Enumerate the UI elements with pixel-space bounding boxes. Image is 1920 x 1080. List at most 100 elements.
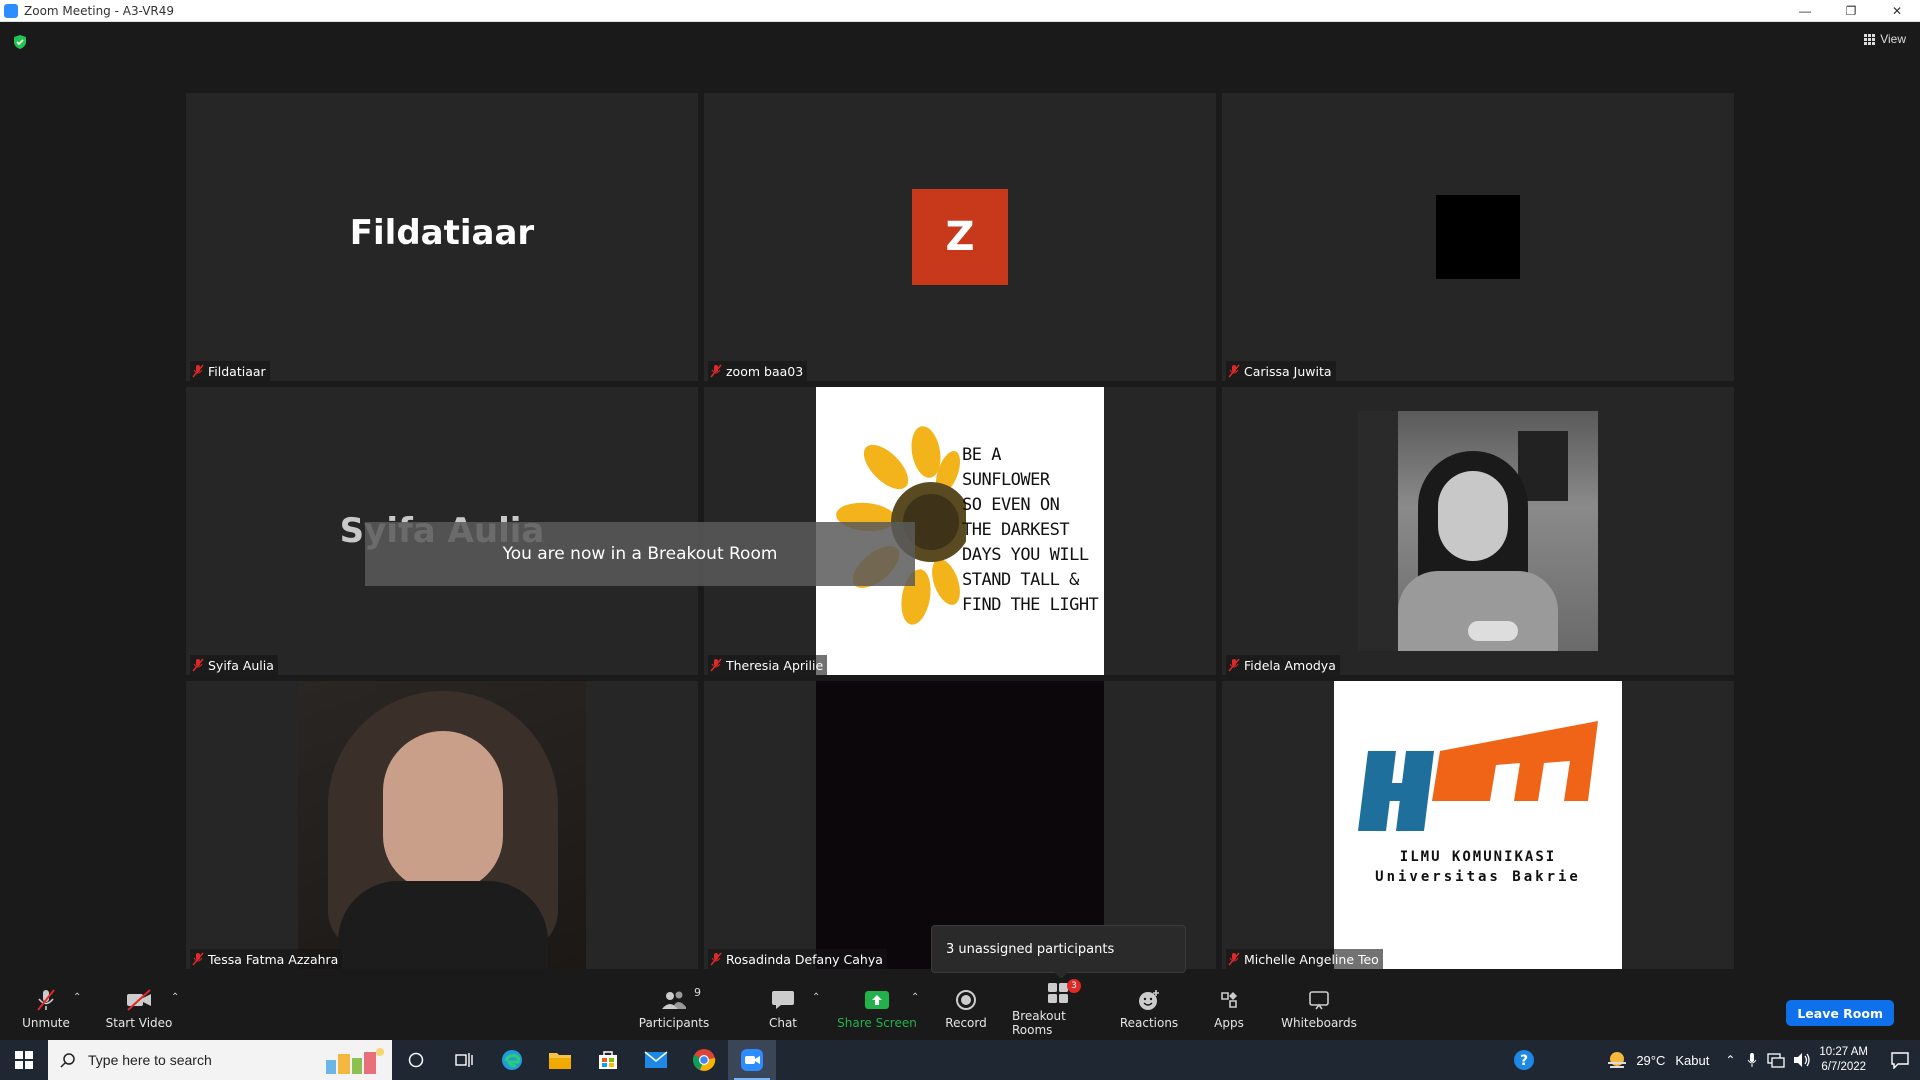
edge-icon	[502, 1050, 522, 1070]
video-tile-fildatiaar[interactable]: Fildatiaar Fildatiaar	[186, 93, 698, 381]
tile-label: Michelle Angeline Teo	[1244, 951, 1379, 967]
poster-line: DAYS YOU WILL	[962, 545, 1089, 565]
chat-button[interactable]: Chat	[758, 978, 808, 1040]
avatar: Z	[912, 189, 1008, 285]
windows-logo-icon	[15, 1051, 33, 1069]
start-video-button[interactable]: Start Video	[104, 978, 174, 1040]
logo-line1: ILMU KOMUNIKASI	[1399, 849, 1557, 865]
volume-icon[interactable]	[1793, 1052, 1811, 1068]
share-screen-button[interactable]: Share Screen	[836, 978, 918, 1040]
grid-view-icon	[1864, 33, 1876, 45]
clock-time: 10:27 AM	[1819, 1046, 1868, 1058]
help-button[interactable]: ?	[1502, 1040, 1546, 1080]
weather-temperature[interactable]: 29°C	[1636, 1053, 1665, 1068]
show-hidden-icons-chevron-icon[interactable]: ⌃	[1725, 1053, 1735, 1067]
video-tile-zoom-baa03[interactable]: Z zoom baa03	[704, 93, 1216, 381]
breakout-room-notification: You are now in a Breakout Room	[365, 522, 915, 586]
apps-icon	[1221, 992, 1237, 1008]
task-view-button[interactable]	[440, 1040, 488, 1080]
share-screen-icon	[865, 991, 889, 1009]
meeting-toolbar: Unmute ⌃ Start Video ⌃ 9 Participants Ch…	[0, 978, 1920, 1040]
folder-icon	[549, 1053, 571, 1069]
video-tile-fidela-amodya[interactable]: Fidela Amodya	[1222, 387, 1734, 675]
close-button[interactable]: ✕	[1874, 0, 1920, 22]
file-explorer-taskbar-button[interactable]	[536, 1040, 584, 1080]
poster-line: SO EVEN ON	[962, 495, 1060, 515]
action-center-button[interactable]	[1880, 1040, 1920, 1080]
chrome-taskbar-button[interactable]	[680, 1040, 728, 1080]
tile-name-tag: Michelle Angeline Teo	[1226, 949, 1383, 969]
participants-icon	[662, 991, 686, 1009]
view-button[interactable]: View	[1864, 32, 1906, 46]
tile-name-tag: Syifa Aulia	[190, 655, 278, 675]
apps-button[interactable]: Apps	[1208, 978, 1250, 1040]
participant-photo	[1358, 411, 1598, 651]
participant-photo	[298, 681, 586, 969]
hm-logo-icon	[1358, 721, 1598, 831]
tile-name-tag: Carissa Juwita	[1226, 361, 1336, 381]
participants-count: 9	[694, 986, 701, 999]
poster-line: THE DARKEST	[962, 520, 1070, 540]
muted-mic-icon	[710, 658, 722, 672]
apps-label: Apps	[1214, 1016, 1244, 1030]
muted-mic-icon	[192, 364, 204, 378]
mail-taskbar-button[interactable]	[632, 1040, 680, 1080]
reactions-button[interactable]: Reactions	[1118, 978, 1180, 1040]
zoom-app-icon	[4, 3, 18, 18]
store-icon	[599, 1051, 617, 1069]
poster-line: BE A	[962, 445, 1001, 465]
share-options-caret-icon[interactable]: ⌃	[911, 992, 919, 1003]
leave-room-button[interactable]: Leave Room	[1786, 1000, 1894, 1026]
whiteboards-label: Whiteboards	[1281, 1016, 1357, 1030]
zoom-icon	[741, 1049, 763, 1071]
taskbar-clock[interactable]: 10:27 AM 6/7/2022	[1819, 1045, 1868, 1075]
record-icon	[956, 990, 976, 1010]
weather-description[interactable]: Kabut	[1675, 1053, 1709, 1068]
tile-name-tag: Tessa Fatma Azzahra	[190, 949, 343, 969]
svg-text:?: ?	[1520, 1053, 1528, 1069]
start-video-label: Start Video	[105, 1016, 173, 1030]
search-placeholder: Type here to search	[88, 1052, 212, 1068]
muted-mic-icon	[192, 658, 204, 672]
video-tile-carissa-juwita[interactable]: Carissa Juwita	[1222, 93, 1734, 381]
search-highlight-illustration-icon	[326, 1048, 384, 1074]
tile-label: Syifa Aulia	[208, 657, 274, 673]
tile-name-tag: Theresia Aprilie	[708, 655, 828, 675]
video-tile-tessa-fatma-azzahra[interactable]: Tessa Fatma Azzahra	[186, 681, 698, 969]
share-screen-label: Share Screen	[837, 1016, 917, 1030]
security-shield-icon[interactable]	[12, 34, 28, 50]
edge-taskbar-button[interactable]	[488, 1040, 536, 1080]
avatar	[1436, 195, 1520, 279]
tile-name-tag: zoom baa03	[708, 361, 808, 381]
store-taskbar-button[interactable]	[584, 1040, 632, 1080]
chrome-icon	[692, 1049, 716, 1071]
microphone-icon[interactable]	[1747, 1052, 1757, 1068]
video-options-caret-icon[interactable]: ⌃	[171, 992, 179, 1003]
tile-name-tag: Fildatiaar	[190, 361, 270, 381]
system-tray: ? 29°C Kabut ⌃ 10:27 AM 6/7/2022	[1502, 1040, 1920, 1080]
video-tile-michelle-angeline-teo[interactable]: ILMU KOMUNIKASI Universitas Bakrie Miche…	[1222, 681, 1734, 969]
chat-label: Chat	[768, 1016, 798, 1030]
restore-button[interactable]: ❐	[1828, 0, 1874, 22]
start-button[interactable]	[0, 1040, 48, 1080]
chat-options-caret-icon[interactable]: ⌃	[812, 992, 820, 1003]
search-icon	[60, 1053, 75, 1068]
participants-button[interactable]: 9 Participants	[638, 978, 710, 1040]
unmute-button[interactable]: Unmute	[16, 978, 76, 1040]
tile-display-name: Fildatiaar	[349, 213, 535, 253]
taskbar-search-box[interactable]: Type here to search	[48, 1040, 392, 1080]
poster-line: FIND THE LIGHT	[962, 595, 1099, 615]
audio-options-caret-icon[interactable]: ⌃	[73, 992, 81, 1003]
window-title: Zoom Meeting - A3-VR49	[24, 3, 175, 18]
zoom-taskbar-button[interactable]	[728, 1040, 776, 1080]
view-label: View	[1880, 32, 1906, 46]
record-button[interactable]: Record	[940, 978, 992, 1040]
breakout-rooms-icon	[1048, 983, 1068, 1003]
whiteboards-button[interactable]: Whiteboards	[1280, 978, 1358, 1040]
minimize-button[interactable]: —	[1782, 0, 1828, 22]
breakout-rooms-button[interactable]: 3 Breakout Rooms	[1012, 978, 1104, 1040]
poster-line: STAND TALL &	[962, 570, 1079, 590]
cortana-icon	[408, 1052, 424, 1068]
network-icon[interactable]	[1767, 1052, 1786, 1068]
cortana-button[interactable]	[392, 1040, 440, 1080]
